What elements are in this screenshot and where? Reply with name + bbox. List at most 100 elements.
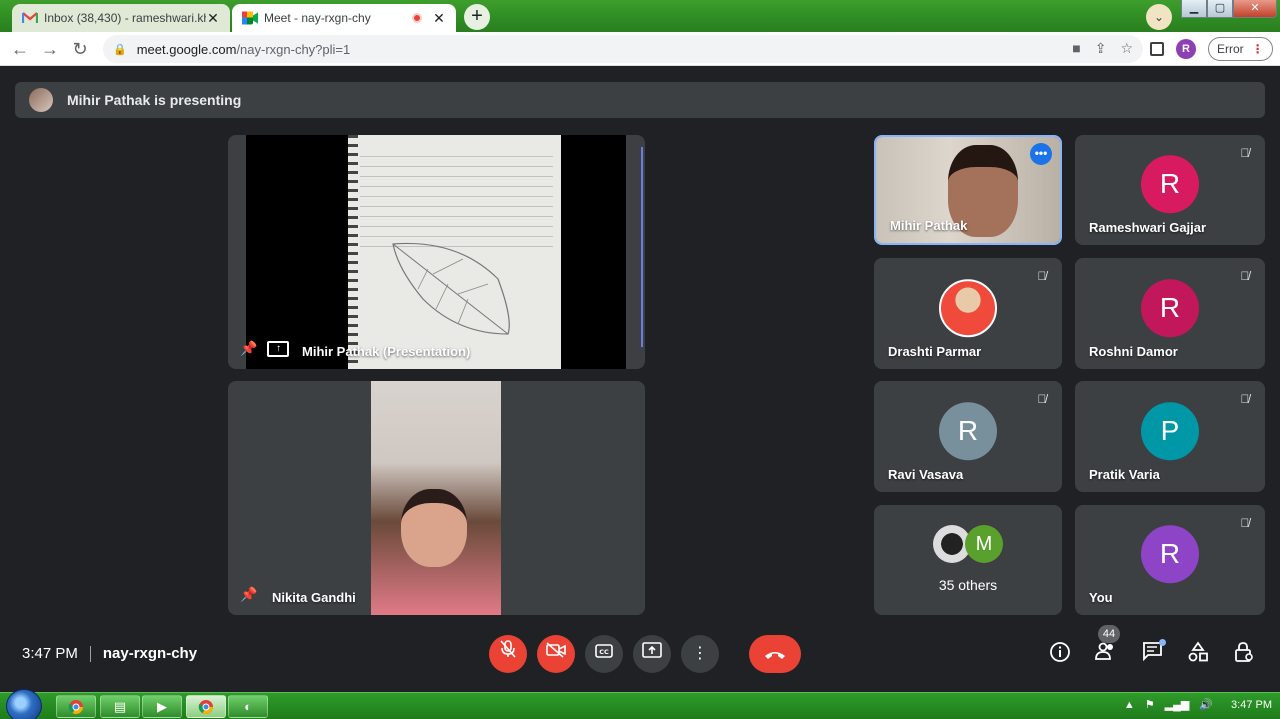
captions-icon: CC xyxy=(595,644,613,658)
chrome-taskbar-icon[interactable] xyxy=(56,695,96,718)
network-signal-icon[interactable]: ▂▄▆ xyxy=(1165,698,1190,711)
chrome-active-taskbar-icon[interactable] xyxy=(186,695,226,718)
volume-icon[interactable]: 🔊 xyxy=(1199,698,1213,711)
avatar: R xyxy=(1141,155,1199,214)
tile-icons: 📌 ↑ xyxy=(240,340,290,357)
activities-button[interactable] xyxy=(1186,641,1210,665)
pin-icon[interactable]: 📌 xyxy=(240,586,257,603)
show-hidden-icons-icon[interactable]: ▲ xyxy=(1124,699,1135,711)
mic-toggle-button[interactable] xyxy=(489,635,527,673)
more-options-button[interactable]: ••• xyxy=(1030,143,1052,165)
tile-name: Mihir Pathak (Presentation) xyxy=(302,344,471,359)
tile-name: You xyxy=(1089,590,1113,605)
others-tile[interactable]: M 35 others xyxy=(874,505,1062,615)
captions-button[interactable]: CC xyxy=(585,635,623,673)
call-controls: CC ⋮ xyxy=(489,635,801,673)
leaf-drawing xyxy=(392,242,510,335)
presenter-avatar xyxy=(29,88,53,112)
present-now-button[interactable] xyxy=(633,635,671,673)
close-tab-icon[interactable]: ✕ xyxy=(206,10,220,27)
meet-icon xyxy=(242,11,258,25)
participant-video xyxy=(371,381,501,615)
lock-icon: 🔒 xyxy=(113,43,127,56)
tile-name: Roshni Damor xyxy=(1089,344,1178,359)
tile-name: Drashti Parmar xyxy=(888,344,982,359)
presentation-tile[interactable]: 📌 ↑ Mihir Pathak (Presentation) xyxy=(228,135,645,369)
folder-icon: ▤ xyxy=(113,699,127,714)
present-screen-icon xyxy=(642,642,662,658)
chrome-icon xyxy=(68,700,83,714)
more-options-button[interactable]: ⋮ xyxy=(681,635,719,673)
presenting-banner: Mihir Pathak is presenting xyxy=(15,82,1265,118)
error-label: Error xyxy=(1217,42,1244,56)
camera-off-icon xyxy=(546,642,566,658)
camera-toggle-button[interactable] xyxy=(537,635,575,673)
tile-name: Rameshwari Gajjar xyxy=(1089,220,1207,235)
window-controls: ▁ ▢ ✕ xyxy=(1181,0,1277,20)
tab-gmail[interactable]: Inbox (38,430) - rameshwari.khar ✕ xyxy=(12,4,230,32)
mic-off-icon xyxy=(500,640,516,658)
mic-off-icon: 🎙̸ xyxy=(1240,269,1250,283)
hang-up-icon xyxy=(765,652,785,659)
mic-off-icon: 🎙̸ xyxy=(1037,392,1047,406)
maximize-button[interactable]: ▢ xyxy=(1207,0,1233,18)
participant-tile[interactable]: 🎙̸ R Ravi Vasava xyxy=(874,381,1062,492)
close-window-button[interactable]: ✕ xyxy=(1233,0,1277,18)
participant-tile-main[interactable]: 📌 Nikita Gandhi xyxy=(228,381,645,615)
notebook-page-image xyxy=(348,135,561,369)
meeting-info-button[interactable] xyxy=(1048,641,1072,665)
taskbar-clock[interactable]: 3:47 PM xyxy=(1231,699,1272,711)
app-icon: ◐ xyxy=(244,699,252,714)
participant-tile[interactable]: 🎙̸ P Pratik Varia xyxy=(1075,381,1265,492)
address-bar[interactable]: 🔒 meet.google.com /nay-rxgn-chy?pli=1 ■ … xyxy=(103,35,1143,63)
share-icon[interactable]: ⇪ xyxy=(1095,40,1107,57)
bookmark-star-icon[interactable]: ☆ xyxy=(1120,40,1133,57)
action-center-icon[interactable]: ⚑ xyxy=(1145,698,1155,711)
notification-dot xyxy=(1159,639,1166,646)
tab-meet[interactable]: Meet - nay-rxgn-chy ✕ xyxy=(232,4,456,32)
reload-icon[interactable]: ↻ xyxy=(68,37,92,61)
participant-tile[interactable]: 🎙̸ R Rameshwari Gajjar xyxy=(1075,135,1265,245)
back-icon[interactable]: ← xyxy=(8,37,32,61)
people-button[interactable]: 44 xyxy=(1094,625,1120,665)
explorer-taskbar-icon[interactable]: ▤ xyxy=(100,695,140,718)
media-player-taskbar-icon[interactable]: ▶ xyxy=(142,695,182,718)
app-taskbar-icon[interactable]: ◐ xyxy=(228,695,268,718)
present-screen-icon: ↑ xyxy=(267,340,290,357)
leave-call-button[interactable] xyxy=(749,635,801,673)
participant-tile[interactable]: ••• Mihir Pathak xyxy=(874,135,1062,245)
chat-button[interactable] xyxy=(1140,639,1166,665)
url-path: /nay-rxgn-chy?pli=1 xyxy=(236,41,351,57)
divider xyxy=(89,645,91,662)
pin-icon[interactable]: 📌 xyxy=(240,340,257,357)
participant-tile[interactable]: 🎙̸ Drashti Parmar xyxy=(874,258,1062,369)
tile-name: Nikita Gandhi xyxy=(272,590,356,605)
self-tile[interactable]: 🎙̸ R You xyxy=(1075,505,1265,615)
close-tab-icon[interactable]: ✕ xyxy=(432,10,446,27)
gmail-icon xyxy=(22,12,38,23)
avatar: R xyxy=(939,401,997,460)
profile-avatar[interactable]: R xyxy=(1176,39,1196,59)
info-icon xyxy=(1050,642,1070,662)
new-tab-button[interactable]: + xyxy=(464,4,490,30)
host-controls-button[interactable] xyxy=(1232,641,1256,665)
presenting-text: Mihir Pathak is presenting xyxy=(67,92,242,108)
participant-tile[interactable]: 🎙̸ R Roshni Damor xyxy=(1075,258,1265,369)
others-count: 35 others xyxy=(938,577,998,593)
meeting-time: 3:47 PM xyxy=(22,645,78,662)
start-button[interactable] xyxy=(6,689,42,719)
tile-name: Mihir Pathak xyxy=(890,218,968,233)
avatar: R xyxy=(1141,278,1199,337)
minimize-button[interactable]: ▁ xyxy=(1181,0,1207,18)
mic-off-icon: 🎙̸ xyxy=(1037,269,1047,283)
menu-dots-icon: ⋮ xyxy=(1251,42,1264,56)
side-panel-icon[interactable] xyxy=(1150,42,1164,56)
forward-icon[interactable]: → xyxy=(38,37,62,61)
notebook-handwriting xyxy=(360,147,553,247)
tab-search-button[interactable]: ⌄ xyxy=(1146,4,1172,30)
error-button[interactable]: Error ⋮ xyxy=(1208,37,1273,61)
meeting-code: nay-rxgn-chy xyxy=(102,645,198,662)
svg-text:CC: CC xyxy=(599,648,609,656)
camera-permission-icon[interactable]: ■ xyxy=(1072,40,1080,57)
browser-toolbar: ← → ↻ 🔒 meet.google.com /nay-rxgn-chy?pl… xyxy=(0,32,1280,66)
